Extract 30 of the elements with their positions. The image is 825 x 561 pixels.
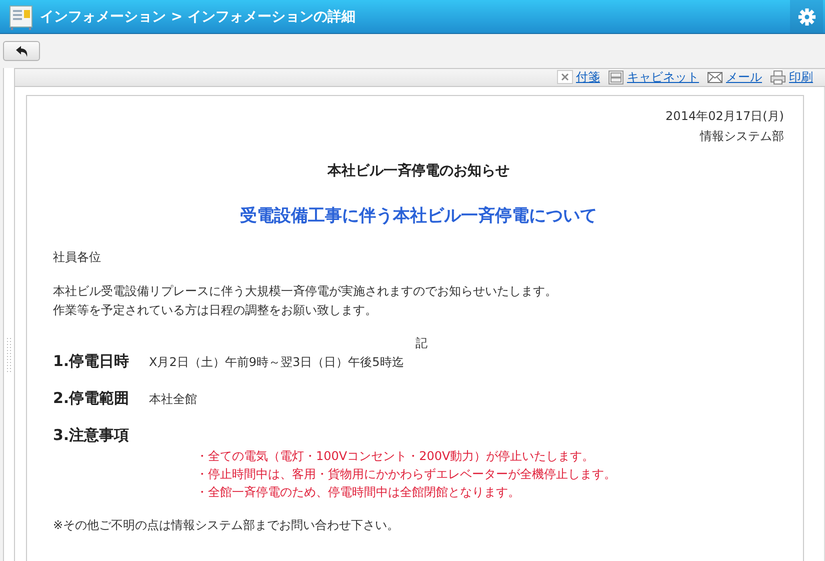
document-date: 2014年02月17日(月) [664, 108, 784, 125]
department-name: 情報システム部 [698, 128, 784, 145]
action-link[interactable]: キャビネット [627, 69, 699, 86]
salutation: 社員各位 [53, 249, 102, 266]
footer-note: ※その他ご不明の点は情報システム部までお問い合わせ下さい。 [53, 517, 400, 534]
section-heading: 3.注意事項 [53, 426, 130, 445]
page-title: インフォメーション > インフォメーションの詳細 [40, 8, 356, 26]
body-paragraph: 本社ビル受電設備リプレースに伴う大規模一斉停電が実施されますのでお知らせいたします。 作業等を予定されている方は日程の調整をお願い致します。 [53, 283, 558, 319]
document-title: 本社ビル一斉停電のお知らせ [326, 162, 510, 180]
action-link[interactable]: 印刷 [789, 69, 813, 86]
back-arrow-icon [16, 46, 28, 56]
notice-board-icon [8, 4, 34, 30]
action-link[interactable]: 付箋 [576, 69, 600, 86]
mail-icon[interactable] [707, 70, 723, 85]
section-text: 本社全館 [149, 391, 197, 408]
document-subtitle: 受電設備工事に伴う本社ビル一斉停電について [239, 205, 598, 227]
settings-icon [798, 8, 816, 26]
caution-note: ・停止時間中は、客用・貨物用にかかわらずエレベーターが全機停止します。 [196, 466, 617, 483]
back-button[interactable] [3, 41, 40, 61]
section-heading: 1.停電日時 [53, 352, 130, 371]
caution-note: ・全ての電気（電灯・100Vコンセント・200V動力）が停止いたします。 [196, 448, 596, 465]
printer-icon[interactable] [770, 70, 786, 85]
action-link[interactable]: メール [726, 69, 762, 86]
caution-note: ・全館一斉停電のため、停電時間中は全館閉館となります。 [196, 484, 521, 501]
settings-button[interactable] [790, 0, 823, 33]
section-text: X月2日（土）午前9時～翌3日（日）午後5時迄 [149, 354, 404, 371]
note-icon[interactable] [557, 70, 573, 85]
cabinet-icon[interactable] [608, 70, 624, 85]
note-mark: 記 [414, 335, 428, 352]
section-heading: 2.停電範囲 [53, 389, 130, 408]
